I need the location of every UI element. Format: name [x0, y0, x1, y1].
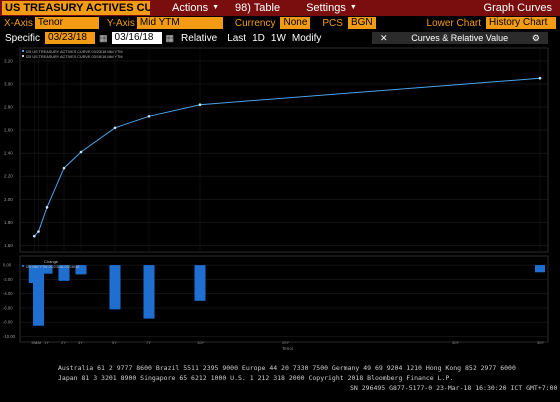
- x-tick-label: 10Y: [197, 340, 204, 345]
- pcs-field[interactable]: BGN: [347, 17, 376, 29]
- upper-plot-area: [19, 47, 549, 253]
- footer-line2: Japan 81 3 3201 8900 Singapore 65 6212 1…: [58, 374, 454, 382]
- last-label: Last: [227, 32, 247, 44]
- close-icon: ✕: [380, 33, 388, 43]
- chevron-down-icon: ▼: [212, 4, 220, 12]
- relative-button[interactable]: Relative: [178, 33, 220, 44]
- legend-line2: I25 US TREASURY ACTIVES CURVE 03/16/18 M…: [26, 55, 123, 59]
- y-tick-label: 3.00: [4, 81, 13, 86]
- y-tick-label: 2.00: [4, 197, 13, 202]
- y-tick-label: 1.60: [4, 243, 13, 248]
- y-tick-label: 2.80: [4, 105, 13, 110]
- yield-curve-chart: 1.60 1.80 2.00 2.20 2.40 2.60 2.80 3.00 3.20 0.0…: [0, 46, 560, 352]
- footer: Australia 61 2 9777 8600 Brazil 5511 239…: [0, 360, 560, 402]
- x-tick-label: 6M: [36, 340, 42, 345]
- yaxis-select[interactable]: Mid YTM: [136, 17, 223, 29]
- y-tick-label: 3.20: [4, 58, 13, 63]
- lower-legend-title: Change: [44, 259, 59, 264]
- x-tick-label: 5Y: [112, 340, 117, 345]
- data-point: [113, 126, 117, 130]
- settings-menu[interactable]: Settings ▼: [300, 0, 363, 16]
- actions-menu[interactable]: Actions ▼: [166, 0, 225, 16]
- top-toolbar: US TREASURY ACTIVES CURV Actions▼ 98) Ta…: [0, 0, 560, 16]
- lower-plot-area: [19, 255, 549, 343]
- curves-label: Curves & Relative Value: [411, 33, 509, 43]
- x-tick-label: 30Y: [537, 340, 544, 345]
- btn-1d[interactable]: 1D: [249, 33, 268, 44]
- x-tick-label: 30Y: [452, 340, 459, 345]
- y-tick-label: 1.80: [4, 220, 13, 225]
- lower-chart-label: Lower Chart: [426, 17, 481, 29]
- y-tick-label: 2.60: [4, 128, 13, 133]
- legend-line1: I25 US TREASURY ACTIVES CURVE 03/23/18 M…: [26, 50, 123, 54]
- date-bar: Specific 03/23/18 ▦ 03/16/18 ▦ Relative …: [0, 31, 560, 45]
- date1-input[interactable]: 03/23/18: [45, 32, 96, 44]
- xaxis-select[interactable]: Tenor: [34, 17, 99, 29]
- actions-menu-label: Actions: [172, 2, 209, 14]
- modify-button[interactable]: Modify: [289, 33, 324, 44]
- currency-label: Currency: [234, 17, 276, 29]
- calendar-icon[interactable]: ▦: [99, 33, 108, 44]
- date2-input[interactable]: 03/16/18: [111, 32, 162, 44]
- y-tick-label: 0.00: [3, 263, 12, 268]
- axis-controls-bar: X-Axis Tenor Y-Axis Mid YTM Currency Non…: [0, 16, 560, 30]
- upper-legend: I25 US TREASURY ACTIVES CURVE 03/23/18 M…: [22, 50, 123, 59]
- x-axis-title: Tenor: [282, 346, 294, 351]
- change-bar: [33, 265, 44, 326]
- lower-legend-line: I25 Mid YTM 03/23/18-03/16/18: [26, 265, 79, 269]
- calendar-icon[interactable]: ▦: [166, 33, 175, 44]
- data-point: [45, 206, 49, 209]
- btn-1w[interactable]: 1W: [268, 33, 289, 44]
- table-button[interactable]: 98) Table: [229, 0, 286, 16]
- data-point: [79, 150, 83, 154]
- xaxis-label: X-Axis: [4, 17, 33, 29]
- graph-curves-title: Graph Curves: [483, 2, 552, 14]
- footer-line1: Australia 61 2 9777 8600 Brazil 5511 239…: [58, 364, 516, 372]
- change-bar: [109, 265, 121, 310]
- change-bar: [535, 265, 545, 273]
- y-tick-label: -4.00: [3, 291, 13, 296]
- y-tick-label: 2.40: [4, 151, 13, 156]
- legend-swatch: [22, 265, 24, 267]
- y-tick-label: -10.00: [3, 334, 16, 339]
- data-point: [37, 230, 40, 233]
- x-tick-label: 2Y: [61, 340, 66, 345]
- x-tick-label: 20Y: [282, 340, 289, 345]
- data-point: [32, 234, 36, 238]
- x-tick-label: 7Y: [146, 340, 151, 345]
- settings-menu-label: Settings: [306, 2, 346, 14]
- x-tick-label: 1Y: [44, 340, 49, 345]
- change-bar: [194, 265, 206, 301]
- legend-swatch: [22, 50, 24, 52]
- y-tick-label: 2.20: [4, 174, 13, 179]
- data-point: [198, 103, 202, 107]
- curve-title-field[interactable]: US TREASURY ACTIVES CURV: [2, 1, 150, 15]
- curves-relative-value-button[interactable]: ✕ Curves & Relative Value ⚙: [372, 32, 548, 44]
- chevron-down-icon: ▼: [349, 4, 357, 12]
- x-tick-label: 3Y: [78, 340, 83, 345]
- currency-select[interactable]: None: [280, 17, 311, 29]
- change-bar: [143, 265, 155, 319]
- legend-swatch: [22, 55, 24, 57]
- y-tick-label: -2.00: [3, 277, 13, 282]
- y-tick-label: -6.00: [3, 305, 13, 310]
- specific-label: Specific: [5, 32, 41, 44]
- yaxis-label: Y-Axis: [106, 17, 135, 29]
- data-point: [147, 114, 151, 118]
- gear-icon: ⚙: [531, 33, 540, 43]
- pcs-label: PCS: [322, 17, 343, 29]
- data-point: [62, 166, 66, 170]
- lower-chart-select[interactable]: History Chart: [486, 17, 556, 29]
- footer-line3: SN 296495 G877-5177-0 23-Mar-18 16:30:20…: [350, 384, 558, 392]
- data-point: [538, 76, 542, 80]
- y-tick-label: -8.00: [3, 320, 13, 325]
